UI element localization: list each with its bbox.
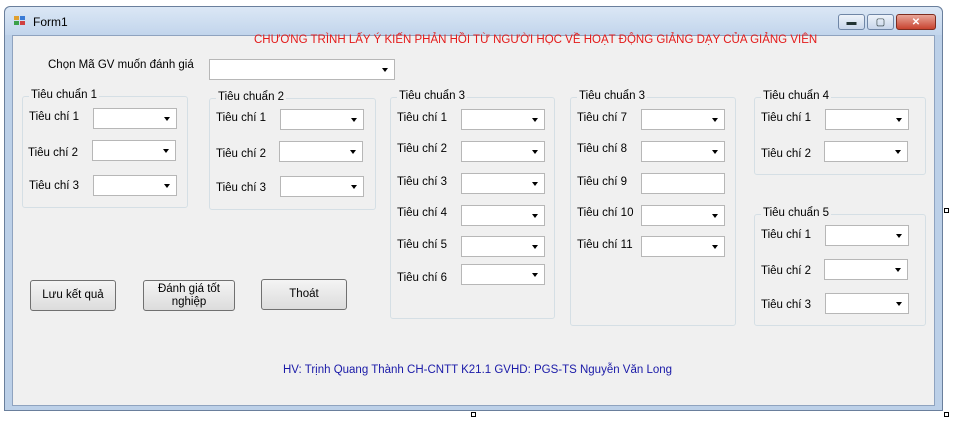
footer-credits: HV: Trịnh Quang Thành CH-CNTT K21.1 GVHD… xyxy=(283,364,673,376)
chevron-down-icon xyxy=(532,149,538,154)
criterion-combo[interactable] xyxy=(461,173,545,194)
criterion-label: Tiêu chí 1 xyxy=(29,111,80,123)
chevron-down-icon xyxy=(895,149,901,154)
exit-button[interactable]: Thoát xyxy=(261,279,347,310)
criterion-label: Tiêu chí 7 xyxy=(577,112,628,124)
criterion-label: Tiêu chí 3 xyxy=(216,182,267,194)
criterion-combo[interactable] xyxy=(280,176,364,197)
group-title: Tiêu chuẩn 3 xyxy=(397,90,468,102)
chevron-down-icon xyxy=(163,148,169,153)
criterion-label: Tiêu chí 2 xyxy=(761,148,812,160)
chevron-down-icon xyxy=(351,117,357,122)
criterion-label: Tiêu chí 11 xyxy=(577,239,633,251)
criterion-label: Tiêu chí 3 xyxy=(397,176,448,188)
criterion-combo[interactable] xyxy=(824,141,908,162)
chevron-down-icon xyxy=(895,267,901,272)
title-bar[interactable]: Form1 ▬ ▢ ✕ xyxy=(5,7,942,35)
criterion-combo[interactable] xyxy=(279,141,363,162)
criterion-combo[interactable] xyxy=(92,140,176,161)
chevron-down-icon xyxy=(532,117,538,122)
criterion-combo[interactable] xyxy=(641,205,725,226)
chevron-down-icon xyxy=(896,301,902,306)
criterion-label: Tiêu chí 2 xyxy=(216,148,267,160)
chevron-down-icon xyxy=(532,213,538,218)
criterion-label: Tiêu chí 2 xyxy=(28,147,79,159)
chevron-down-icon xyxy=(350,149,356,154)
criterion-combo[interactable] xyxy=(824,259,908,280)
criterion-combo[interactable] xyxy=(461,141,545,162)
save-results-button[interactable]: Lưu kết quả xyxy=(30,280,116,311)
group-title: Tiêu chuẩn 2 xyxy=(216,91,287,103)
criterion-combo[interactable] xyxy=(825,225,909,246)
criterion-label: Tiêu chí 2 xyxy=(761,265,812,277)
criterion-label: Tiêu chí 4 xyxy=(397,207,448,219)
group-title: Tiêu chuẩn 3 xyxy=(577,90,648,102)
chevron-down-icon xyxy=(164,183,170,188)
criterion-label: Tiêu chí 10 xyxy=(577,207,634,219)
criterion-label: Tiêu chí 9 xyxy=(577,176,628,188)
close-button[interactable]: ✕ xyxy=(896,14,936,30)
teacher-select-combo[interactable] xyxy=(209,59,395,80)
criterion-combo[interactable] xyxy=(280,109,364,130)
criterion-combo[interactable] xyxy=(641,173,725,194)
criterion-combo[interactable] xyxy=(461,109,545,130)
resize-handle-bottom[interactable] xyxy=(471,412,476,417)
criterion-combo[interactable] xyxy=(641,109,725,130)
criterion-combo[interactable] xyxy=(825,293,909,314)
chevron-down-icon xyxy=(532,272,538,277)
criterion-label: Tiêu chí 3 xyxy=(761,299,812,311)
maximize-button[interactable]: ▢ xyxy=(867,14,894,30)
criterion-combo[interactable] xyxy=(641,236,725,257)
criterion-label: Tiêu chí 1 xyxy=(397,112,448,124)
criterion-label: Tiêu chí 2 xyxy=(397,143,448,155)
criterion-label: Tiêu chí 3 xyxy=(29,180,80,192)
group-title: Tiêu chuẩn 5 xyxy=(761,207,832,219)
chevron-down-icon xyxy=(382,67,388,72)
group-title: Tiêu chuẩn 4 xyxy=(761,90,832,102)
teacher-select-label: Chọn Mã GV muốn đánh giá xyxy=(48,59,194,71)
criterion-label: Tiêu chí 5 xyxy=(397,239,448,251)
chevron-down-icon xyxy=(896,117,902,122)
group-title: Tiêu chuẩn 1 xyxy=(29,89,100,101)
criterion-combo[interactable] xyxy=(461,236,545,257)
criterion-combo[interactable] xyxy=(461,264,545,285)
minimize-button[interactable]: ▬ xyxy=(838,14,865,30)
criterion-label: Tiêu chí 1 xyxy=(761,112,812,124)
window-title: Form1 xyxy=(33,15,68,29)
app-icon xyxy=(14,16,27,27)
chevron-down-icon xyxy=(532,244,538,249)
chevron-down-icon xyxy=(712,213,718,218)
chevron-down-icon xyxy=(712,149,718,154)
chevron-down-icon xyxy=(712,244,718,249)
criterion-label: Tiêu chí 1 xyxy=(761,229,812,241)
chevron-down-icon xyxy=(896,233,902,238)
criterion-label: Tiêu chí 6 xyxy=(397,272,448,284)
resize-handle-right[interactable] xyxy=(944,208,949,213)
chevron-down-icon xyxy=(164,116,170,121)
criterion-combo[interactable] xyxy=(825,109,909,130)
criterion-combo[interactable] xyxy=(461,205,545,226)
graduation-evaluate-button[interactable]: Đánh giá tốt nghiệp xyxy=(143,280,235,311)
criterion-label: Tiêu chí 8 xyxy=(577,143,628,155)
program-heading: CHƯƠNG TRÌNH LẤY Ý KIẾN PHẢN HỒI TỪ NGƯỜ… xyxy=(254,34,818,46)
chevron-down-icon xyxy=(532,181,538,186)
chevron-down-icon xyxy=(712,117,718,122)
criterion-combo[interactable] xyxy=(93,108,177,129)
criterion-combo[interactable] xyxy=(93,175,177,196)
resize-handle-corner[interactable] xyxy=(944,412,949,417)
chevron-down-icon xyxy=(351,184,357,189)
criterion-label: Tiêu chí 1 xyxy=(216,112,267,124)
criterion-combo[interactable] xyxy=(641,141,725,162)
